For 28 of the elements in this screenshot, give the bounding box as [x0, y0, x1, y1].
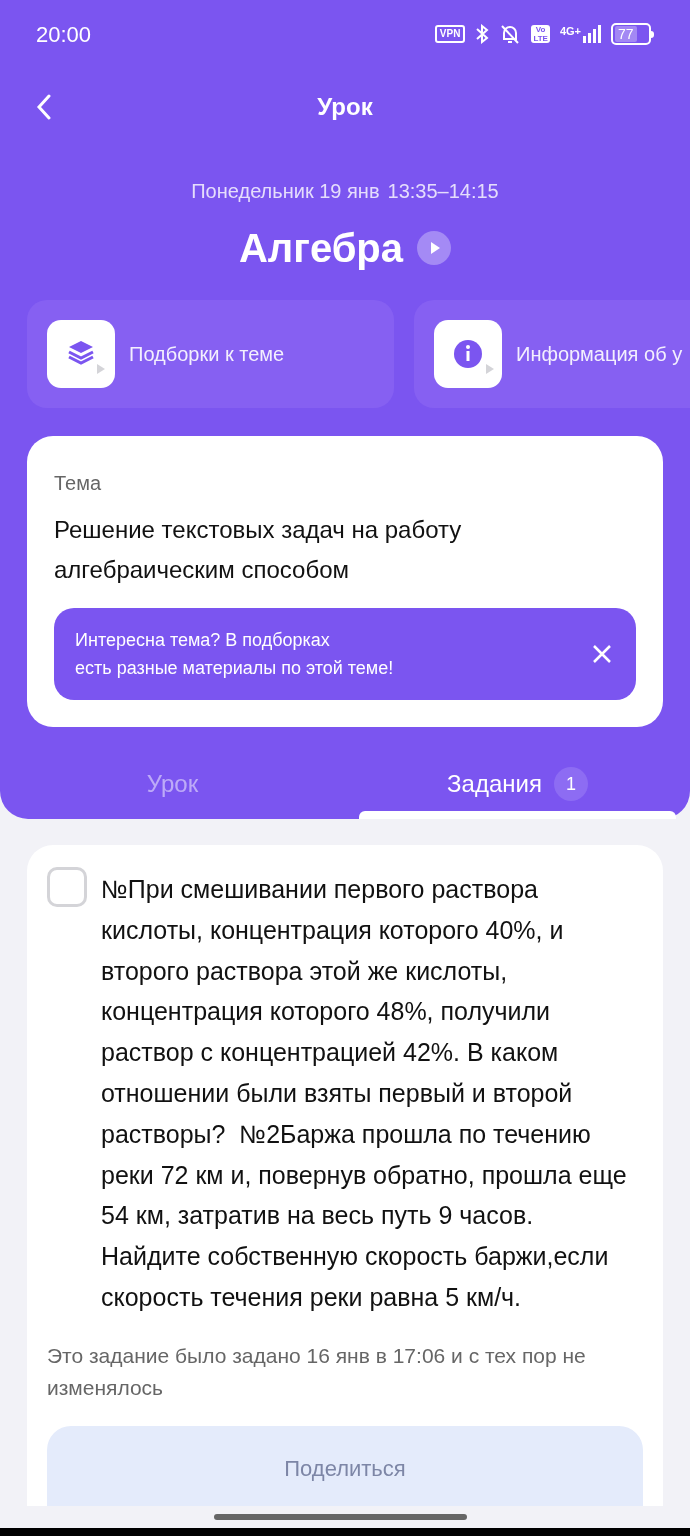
signal-icon	[583, 25, 601, 43]
quick-card[interactable]: Подборки к теме	[27, 300, 394, 408]
bluetooth-icon	[475, 24, 490, 44]
share-button[interactable]: Поделиться	[47, 1425, 643, 1506]
close-icon[interactable]	[592, 644, 612, 664]
subject-title: Алгебра	[238, 225, 404, 272]
battery-indicator: 77	[611, 23, 654, 45]
screen-title: Урок	[317, 92, 373, 122]
bell-muted-icon	[499, 23, 522, 45]
volte-indicator: Vo LTE	[531, 25, 550, 43]
vpn-indicator: VPN	[434, 25, 466, 43]
topic-caption: Тема	[54, 471, 103, 496]
checkbox[interactable]	[47, 867, 87, 907]
hint-text: Интересна тема? В подборках есть разные материалы по этой теме!	[75, 629, 394, 680]
task-note: Это задание было задано 16 янв в 17:06 и с тех пор не изменялось	[47, 1342, 587, 1401]
info-icon	[434, 320, 502, 388]
play-icon[interactable]	[417, 231, 452, 265]
network-type: 4G+	[559, 25, 581, 37]
back-icon[interactable]	[36, 94, 52, 120]
tab[interactable]: Урок	[146, 757, 199, 811]
quick-card[interactable]: Информация об у	[414, 300, 690, 408]
lesson-date: Понедельник 19 янв	[191, 179, 380, 204]
layers-icon	[47, 320, 115, 388]
topic-text: Решение текстовых задач на работу алгебраическим способом	[54, 515, 463, 585]
clock: 20:00	[36, 20, 92, 49]
task-text: №При смешивании первого раствора кислоты, концентрация которого 40%, и второго раствора этой же кислоты, концентрация которого 48%, получили раствор с концентрацией 42%. В каком отношении были взяты первый и второй растворы? №2Баржа прошла по течению реки 72 км и, повернув обратно, прошла еще 54 км, затратив на весь путь 9 часов. Найдите собственную скорость баржи,если скорость течения реки равна 5 км/ч.	[101, 874, 628, 1313]
tab[interactable]: Задания 1	[447, 757, 588, 811]
lesson-time: 13:35–14:15	[387, 179, 499, 204]
